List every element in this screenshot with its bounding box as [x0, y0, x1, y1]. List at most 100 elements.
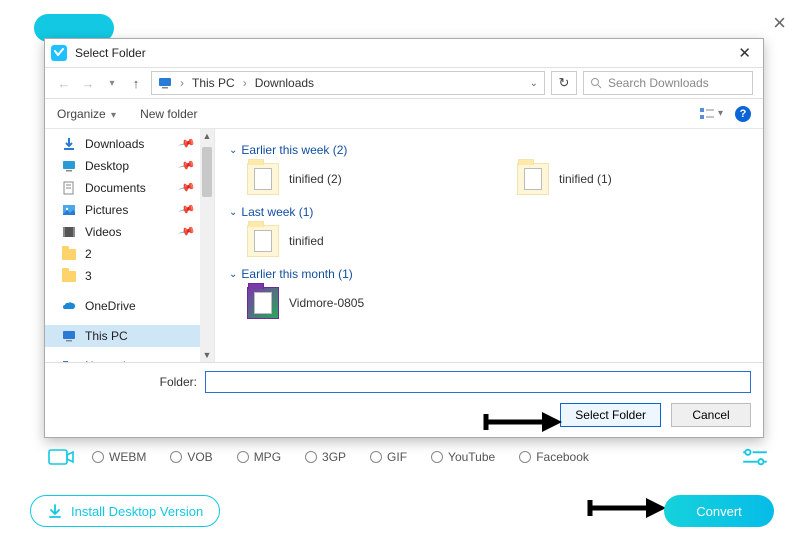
- nav-scrollbar[interactable]: ▲ ▼: [200, 129, 214, 362]
- tree-item-label: Desktop: [85, 159, 129, 173]
- dialog-close-button[interactable]: ✕: [732, 44, 757, 62]
- folder-icon: [517, 163, 549, 195]
- folder-input[interactable]: [205, 371, 751, 393]
- tree-item-onedrive[interactable]: OneDrive: [45, 295, 200, 317]
- onedrive-icon: [61, 298, 77, 314]
- nav-history-dropdown[interactable]: ▾: [103, 78, 121, 89]
- tree-item-videos[interactable]: Videos📌: [45, 221, 200, 243]
- group-header[interactable]: ⌄ Last week (1): [229, 205, 749, 219]
- address-dropdown-icon[interactable]: ⌄: [530, 78, 538, 89]
- folder-item[interactable]: tinified (1): [517, 161, 737, 197]
- folder-name: tinified: [289, 234, 324, 248]
- tree-item-2[interactable]: 2: [45, 243, 200, 265]
- format-option-gif[interactable]: GIF: [370, 450, 407, 464]
- tree-item-network[interactable]: Network: [45, 355, 200, 362]
- format-option-mpg[interactable]: MPG: [237, 450, 281, 464]
- radio-icon: [519, 451, 531, 463]
- breadcrumb-folder[interactable]: Downloads: [255, 76, 314, 90]
- cancel-button[interactable]: Cancel: [671, 403, 751, 427]
- radio-icon: [431, 451, 443, 463]
- radio-icon: [305, 451, 317, 463]
- tree-item-3[interactable]: 3: [45, 265, 200, 287]
- format-category-icon[interactable]: [48, 447, 74, 467]
- group-header[interactable]: ⌄Earlier this week (2): [229, 143, 749, 157]
- folder-icon: [247, 163, 279, 195]
- folder-name: tinified (2): [289, 172, 342, 186]
- organize-menu[interactable]: Organize ▾: [57, 107, 116, 121]
- folder-name: Vidmore-0805: [289, 296, 364, 310]
- format-option-youtube[interactable]: YouTube: [431, 450, 495, 464]
- app-logo-icon: [51, 45, 67, 61]
- pin-icon: 📌: [178, 178, 196, 196]
- tree-item-label: Network: [85, 359, 129, 362]
- nav-back-button[interactable]: ←: [55, 76, 73, 91]
- radio-icon: [170, 451, 182, 463]
- breadcrumb-root[interactable]: This PC: [192, 76, 235, 90]
- convert-button[interactable]: Convert: [664, 495, 774, 527]
- tree-item-documents[interactable]: Documents📌: [45, 177, 200, 199]
- format-label: VOB: [187, 450, 212, 464]
- radio-icon: [92, 451, 104, 463]
- chevron-down-icon: ⌄: [229, 207, 237, 218]
- desktop-icon: [61, 158, 77, 174]
- tree-item-label: Downloads: [85, 137, 144, 151]
- folder-icon: [247, 225, 279, 257]
- folder-name: tinified (1): [559, 172, 612, 186]
- format-option-facebook[interactable]: Facebook: [519, 450, 589, 464]
- chevron-down-icon: ⌄: [229, 269, 237, 280]
- tree-item-desktop[interactable]: Desktop📌: [45, 155, 200, 177]
- search-icon: [590, 77, 602, 89]
- navigation-pane: Downloads📌Desktop📌Documents📌Pictures📌Vid…: [45, 129, 215, 362]
- folder-item[interactable]: tinified: [247, 223, 467, 259]
- search-input[interactable]: Search Downloads: [583, 71, 753, 95]
- tree-item-downloads[interactable]: Downloads📌: [45, 133, 200, 155]
- folder-item[interactable]: tinified (2): [247, 161, 467, 197]
- tree-item-label: 2: [85, 247, 92, 261]
- dialog-body: Downloads📌Desktop📌Documents📌Pictures📌Vid…: [45, 129, 763, 362]
- pin-icon: 📌: [178, 222, 196, 240]
- thispc-icon: [61, 328, 77, 344]
- nav-up-button[interactable]: ↑: [127, 76, 145, 91]
- tree-item-this-pc[interactable]: This PC: [45, 325, 200, 347]
- install-label: Install Desktop Version: [71, 504, 203, 519]
- group-title: Earlier this month (1): [241, 267, 352, 281]
- help-icon[interactable]: ?: [735, 106, 751, 122]
- select-folder-button[interactable]: Select Folder: [560, 403, 661, 427]
- refresh-button[interactable]: ↻: [551, 71, 577, 95]
- select-folder-dialog: Select Folder ✕ ← → ▾ ↑ › This PC › Down…: [44, 38, 764, 438]
- folder-label: Folder:: [57, 375, 197, 389]
- titlebar: Select Folder ✕: [45, 39, 763, 67]
- breadcrumb-sep: ›: [180, 76, 184, 90]
- tree-item-label: OneDrive: [85, 299, 136, 313]
- content-pane: ⌄Earlier this week (2) tinified (2) tinifi…: [215, 129, 763, 362]
- folder-icon: [61, 246, 77, 262]
- new-folder-button[interactable]: New folder: [140, 107, 197, 121]
- group-header[interactable]: ⌄ Earlier this month (1): [229, 267, 749, 281]
- format-label: Facebook: [536, 450, 589, 464]
- videos-icon: [61, 224, 77, 240]
- folder-item[interactable]: Vidmore-0805: [247, 285, 467, 321]
- format-settings-icon[interactable]: [742, 447, 768, 467]
- chevron-down-icon: ⌄: [229, 145, 237, 156]
- view-options-button[interactable]: ▾: [700, 107, 723, 121]
- breadcrumb-sep: ›: [243, 76, 247, 90]
- pictures-icon: [61, 202, 77, 218]
- address-bar[interactable]: › This PC › Downloads ⌄: [151, 71, 545, 95]
- nav-forward-button[interactable]: →: [79, 76, 97, 91]
- format-label: GIF: [387, 450, 407, 464]
- format-label: YouTube: [448, 450, 495, 464]
- tree-item-label: Pictures: [85, 203, 128, 217]
- group-title: Last week (1): [241, 205, 313, 219]
- format-option-3gp[interactable]: 3GP: [305, 450, 346, 464]
- bg-close-icon[interactable]: ×: [773, 10, 786, 36]
- this-pc-icon: [158, 76, 172, 90]
- format-option-webm[interactable]: WEBM: [92, 450, 146, 464]
- install-desktop-button[interactable]: Install Desktop Version: [30, 495, 220, 527]
- format-option-vob[interactable]: VOB: [170, 450, 212, 464]
- pin-icon: 📌: [178, 200, 196, 218]
- tree-item-label: This PC: [85, 329, 128, 343]
- dialog-footer: Folder: Select Folder Cancel: [45, 362, 763, 437]
- folder-icon: [247, 287, 279, 319]
- dialog-title: Select Folder: [75, 46, 146, 60]
- tree-item-pictures[interactable]: Pictures 📌: [45, 199, 200, 221]
